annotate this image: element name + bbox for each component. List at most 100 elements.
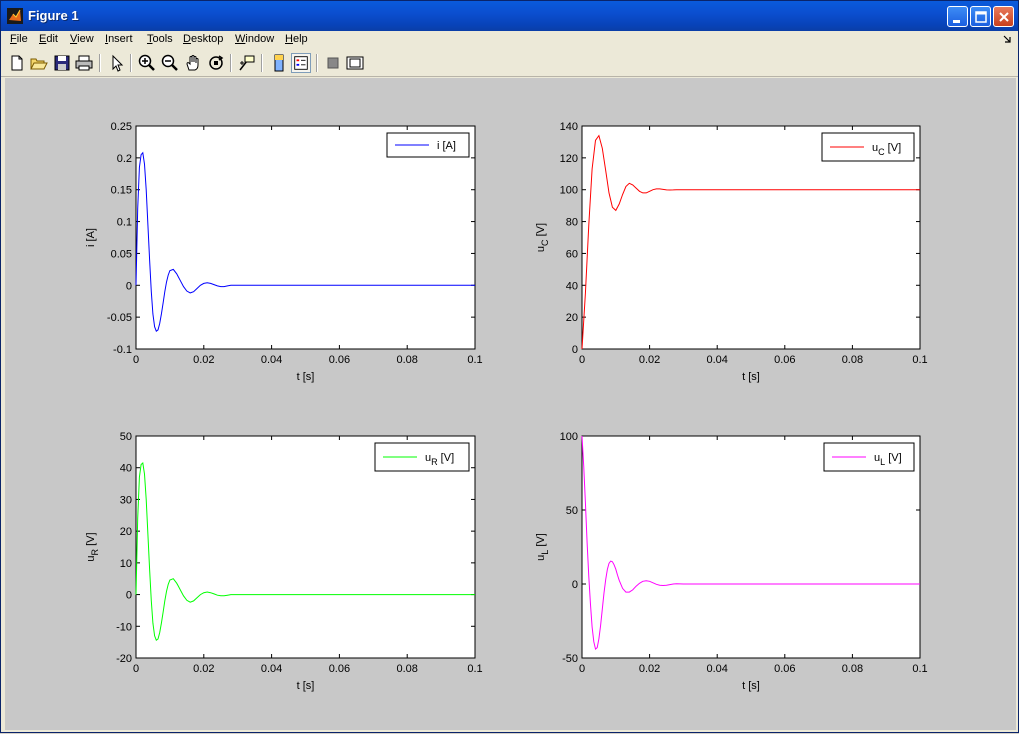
hide-plot-tools-icon[interactable]	[323, 53, 343, 73]
subplot-1: 0 0.02 0.04 0.06 0.08 0.1 -0.1 -0.05 0 0.05 0.1 0.1…	[85, 121, 483, 383]
close-button[interactable]	[993, 6, 1014, 27]
menu-label-rest: indow	[245, 33, 275, 45]
y-tick-label: 0	[572, 344, 578, 356]
y-axis-label-unit: [V]	[535, 223, 547, 240]
y-tick-label: 50	[120, 431, 132, 443]
menu-window[interactable]: Window	[235, 33, 274, 45]
plots-area: 0 0.02 0.04 0.06 0.08 0.1 -0.1 -0.05 0 0.05 0.1 0.1…	[85, 121, 928, 692]
menu-label-rest: esktop	[190, 33, 224, 45]
y-tick-label: 140	[560, 121, 578, 133]
y-tick-label: -0.1	[113, 344, 132, 356]
legend: i [A]	[386, 132, 470, 158]
x-tick-label: 0.1	[467, 663, 482, 675]
save-icon[interactable]	[52, 53, 72, 73]
menu-mnemonic: D	[183, 33, 191, 45]
x-tick-label: 0.08	[842, 663, 863, 675]
menu-tools[interactable]: Tools	[147, 33, 173, 45]
y-tick-label: 0	[126, 590, 132, 602]
y-tick-label: 10	[120, 558, 132, 570]
edit-plot-arrow-icon[interactable]	[107, 53, 127, 73]
zoom-in-icon[interactable]	[137, 53, 157, 73]
x-tick-label: 0.06	[329, 354, 350, 366]
axes-box	[135, 125, 476, 350]
menu-insert[interactable]: Insert	[105, 33, 133, 45]
y-tick-label: 30	[120, 494, 132, 506]
y-tick-label: -0.05	[107, 312, 132, 324]
minimize-button[interactable]	[947, 6, 968, 27]
y-tick-label: 20	[566, 312, 578, 324]
subplot-4: 0 0.02 0.04 0.06 0.08 0.1-50050100t [s]uL [V]…	[535, 431, 928, 692]
menu-label-rest: dit	[46, 33, 58, 45]
data-cursor-icon[interactable]	[237, 53, 257, 73]
menu-help[interactable]: Help	[285, 33, 308, 45]
x-tick-label: 0.04	[706, 663, 727, 675]
zoom-out-icon[interactable]	[160, 53, 180, 73]
matlab-logo-icon	[7, 8, 23, 24]
x-tick-label: 0.02	[193, 354, 214, 366]
y-tick-label: 0	[126, 280, 132, 292]
x-tick-label: 0	[133, 663, 139, 675]
legend: uC [V]	[821, 132, 915, 162]
print-icon[interactable]	[74, 53, 94, 73]
x-tick-label: 0.04	[261, 354, 282, 366]
y-tick-label: 0.2	[117, 153, 132, 165]
x-tick-label: 0.06	[329, 663, 350, 675]
show-plot-tools-icon[interactable]	[345, 53, 365, 73]
y-tick-label: 120	[560, 153, 578, 165]
menu-label-rest: iew	[77, 33, 94, 45]
x-tick-label: 0.04	[261, 663, 282, 675]
menu-mnemonic: H	[285, 33, 293, 45]
y-tick-label: -50	[562, 653, 578, 665]
rotate-3d-icon[interactable]	[206, 53, 226, 73]
x-tick-label: 0.04	[706, 354, 727, 366]
x-axis-label: t [s]	[742, 680, 760, 692]
menu-mnemonic: F	[10, 33, 17, 45]
menu-desktop[interactable]: Desktop	[183, 33, 223, 45]
figure-canvas: 0 0.02 0.04 0.06 0.08 0.1 -0.1 -0.05 0 0.05 0.1 0.1…	[5, 78, 1016, 730]
y-tick-label: 60	[566, 248, 578, 260]
y-tick-label: 80	[566, 217, 578, 229]
y-tick-label: 100	[560, 431, 578, 443]
x-tick-label: 0	[579, 354, 585, 366]
legend-label-unit: [V]	[438, 452, 455, 464]
x-tick-label: 0.06	[774, 663, 795, 675]
colorbar-icon[interactable]	[269, 53, 289, 73]
menu-edit[interactable]: Edit	[39, 33, 58, 45]
y-tick-label: 20	[120, 526, 132, 538]
toolbar-separator	[99, 54, 101, 72]
x-axis-label: t [s]	[742, 371, 760, 383]
pan-hand-icon[interactable]	[183, 53, 203, 73]
toolbar-separator	[230, 54, 232, 72]
legend-label-unit: [V]	[885, 142, 902, 154]
menu-view[interactable]: View	[70, 33, 94, 45]
y-axis-label: i [A]	[85, 228, 97, 247]
x-tick-label: 0.1	[912, 663, 927, 675]
y-axis-label: uL [V]	[535, 533, 550, 561]
menu-file[interactable]: File	[10, 33, 28, 45]
menu-mnemonic: W	[235, 33, 246, 45]
legend: uL [V]	[823, 442, 915, 472]
menu-label-rest: nsert	[108, 33, 133, 45]
y-tick-label: 0.1	[117, 217, 132, 229]
minimize-icon	[953, 20, 960, 23]
x-tick-label: 0.1	[467, 354, 482, 366]
x-tick-label: 0.02	[193, 663, 214, 675]
new-figure-icon[interactable]	[7, 53, 27, 73]
y-tick-label: 40	[120, 463, 132, 475]
x-tick-label: 0.06	[774, 354, 795, 366]
dock-arrow-icon[interactable]	[1003, 34, 1013, 44]
y-tick-label: 0.15	[111, 185, 132, 197]
x-tick-label: 0	[579, 663, 585, 675]
menu-label-rest: ile	[16, 33, 28, 45]
toolbar-separator	[130, 54, 132, 72]
legend-icon[interactable]	[291, 53, 311, 73]
title-bar[interactable]: Figure 1	[1, 1, 1018, 31]
open-file-icon[interactable]	[29, 53, 49, 73]
y-tick-label: 100	[560, 185, 578, 197]
x-axis-label: t [s]	[297, 371, 315, 383]
toolbar-separator	[316, 54, 318, 72]
x-tick-label: 0.02	[639, 663, 660, 675]
toolbar-separator	[261, 54, 263, 72]
maximize-button[interactable]	[970, 6, 991, 27]
x-tick-label: 0	[133, 354, 139, 366]
